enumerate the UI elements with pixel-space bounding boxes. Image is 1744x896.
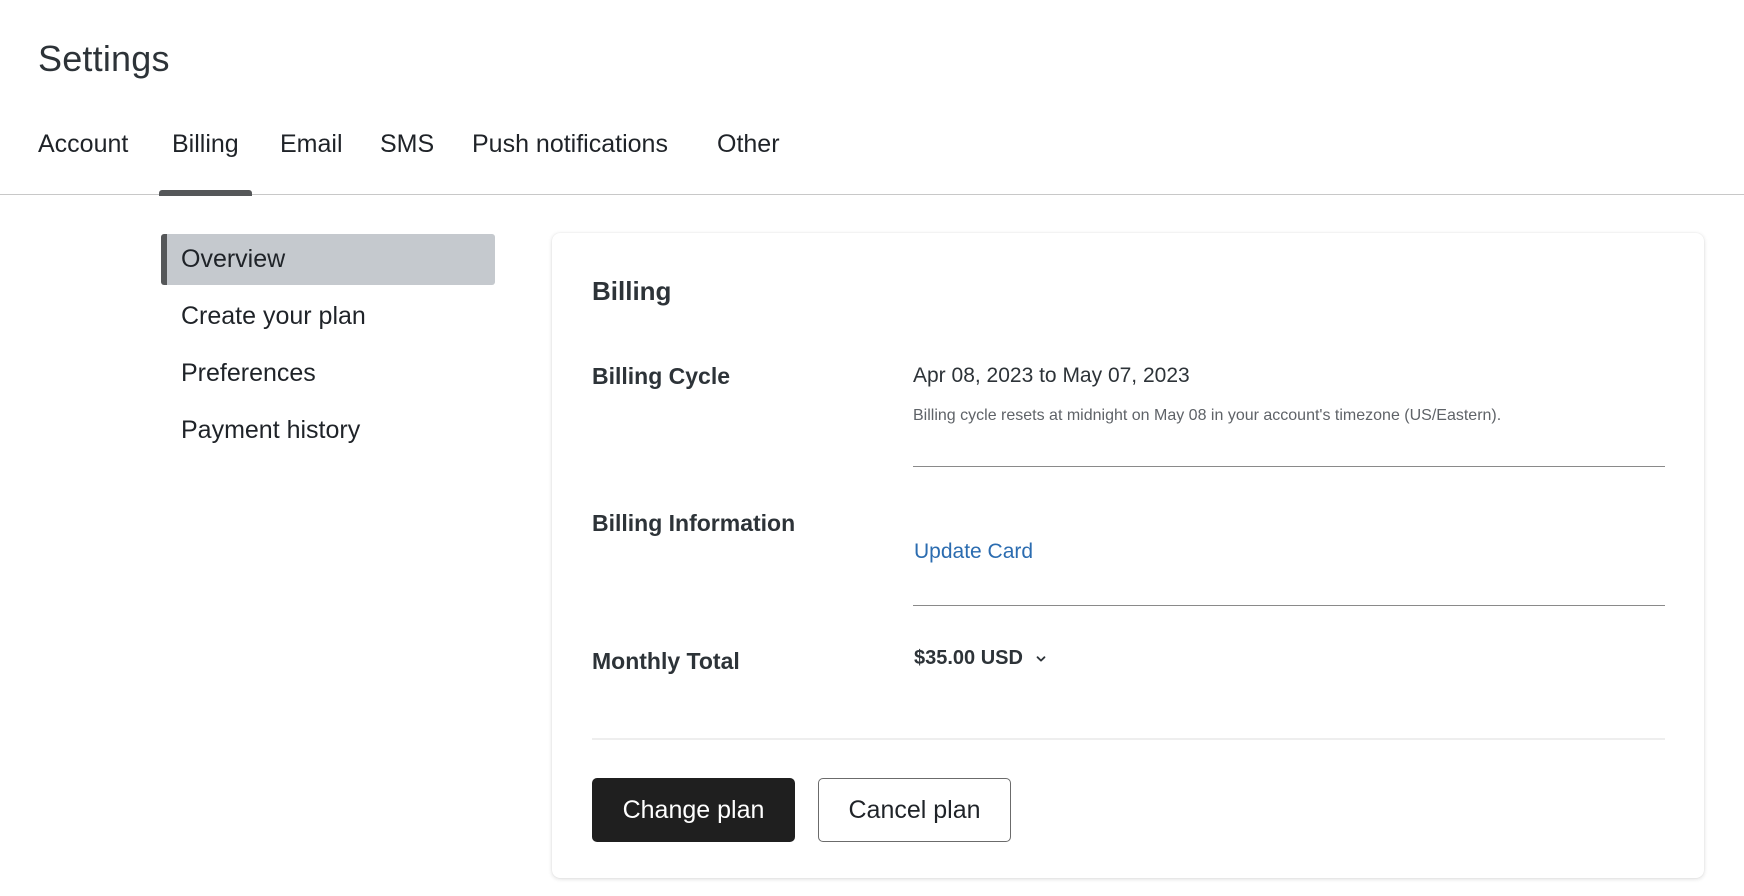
tab-sms[interactable]: SMS — [380, 130, 434, 194]
billing-cycle-note: Billing cycle resets at midnight on May … — [913, 407, 1502, 424]
billing-cycle-label: Billing Cycle — [592, 363, 731, 389]
tab-billing[interactable]: Billing — [159, 130, 252, 196]
billing-cycle-range: Apr 08, 2023 to May 07, 2023 — [913, 364, 1190, 387]
update-card-link[interactable]: Update Card — [914, 540, 1033, 564]
tab-account[interactable]: Account — [38, 130, 128, 194]
billing-sidebar: Overview Create your plan Preferences Pa… — [161, 234, 495, 462]
tab-email[interactable]: Email — [280, 130, 343, 194]
row-divider — [913, 605, 1665, 606]
billing-card: Billing Billing Cycle Apr 08, 2023 to Ma… — [552, 233, 1704, 878]
cancel-plan-button[interactable]: Cancel plan — [818, 778, 1011, 842]
page-title: Settings — [38, 38, 170, 79]
settings-tabs: Account Billing Email SMS Push notificat… — [0, 122, 1744, 196]
sidebar-item-payment-history[interactable]: Payment history — [161, 405, 495, 456]
tab-push-notifications[interactable]: Push notifications — [472, 130, 668, 194]
billing-card-title: Billing — [592, 276, 672, 306]
change-plan-button[interactable]: Change plan — [592, 778, 795, 842]
monthly-total-dropdown[interactable]: $35.00 USD — [914, 647, 1047, 670]
sidebar-item-overview[interactable]: Overview — [161, 234, 495, 285]
monthly-total-label: Monthly Total — [592, 648, 740, 674]
chevron-down-icon — [1036, 655, 1046, 661]
sidebar-item-create-your-plan[interactable]: Create your plan — [161, 291, 495, 342]
row-divider — [913, 466, 1665, 467]
sidebar-item-preferences[interactable]: Preferences — [161, 348, 495, 399]
card-footer-divider — [592, 738, 1665, 740]
tab-other[interactable]: Other — [717, 130, 780, 194]
monthly-total-value: $35.00 USD — [914, 647, 1023, 669]
billing-information-label: Billing Information — [592, 510, 796, 536]
